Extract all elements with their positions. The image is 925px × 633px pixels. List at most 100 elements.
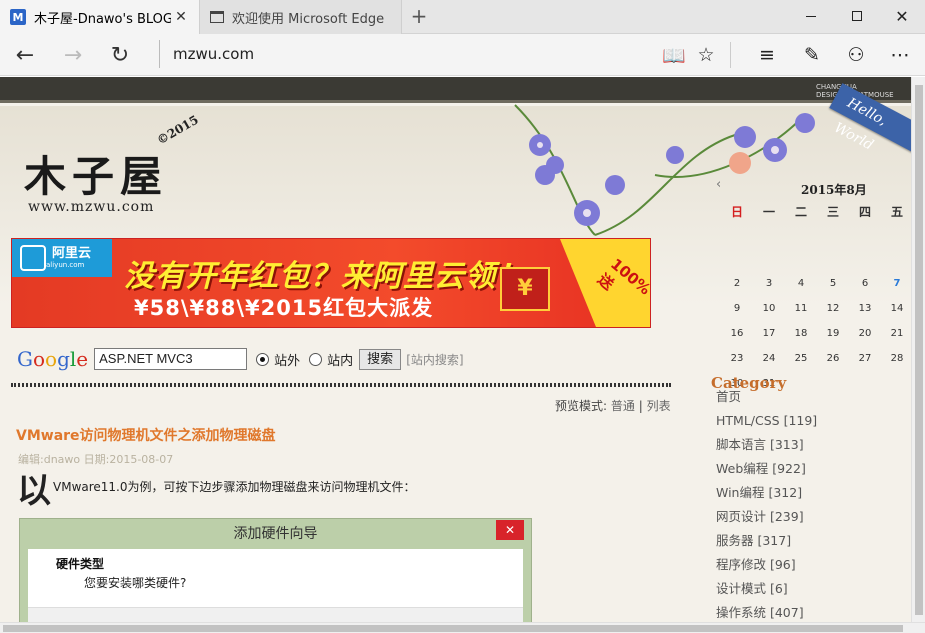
favorite-star-icon[interactable]: ☆ [688, 38, 724, 72]
calendar-day[interactable]: 27 [849, 346, 881, 371]
banner-headline: 没有开年红包？来阿里云领！ [124, 259, 527, 294]
category-item[interactable]: HTML/CSS [119] [716, 409, 817, 433]
horizontal-scrollbar[interactable] [0, 622, 925, 633]
refresh-button[interactable]: ↻ [102, 38, 138, 72]
logo-letter: G [17, 347, 33, 371]
calendar-day[interactable]: 25 [785, 346, 817, 371]
calendar-day[interactable]: 11 [785, 296, 817, 321]
view-mode-label: 预览模式: [555, 399, 608, 413]
calendar-day[interactable]: 19 [817, 321, 849, 346]
new-tab-button[interactable]: + [408, 4, 430, 28]
vertical-scrollbar[interactable] [911, 77, 925, 622]
scroll-thumb[interactable] [3, 625, 903, 632]
weekday: 二 [794, 205, 807, 219]
brand-name: 阿里云 [52, 246, 92, 261]
tab-mzwu[interactable]: M 木子屋-Dnawo's BLOG ✕ [0, 0, 200, 34]
view-mode-list[interactable]: 列表 [647, 399, 671, 413]
category-item[interactable]: Web编程 [922] [716, 457, 817, 481]
dialog-body: 硬件类型 您要安装哪类硬件? [28, 549, 523, 607]
tab-bar: M 木子屋-Dnawo's BLOG ✕ 欢迎使用 Microsoft Edge… [0, 0, 925, 34]
address-bar[interactable]: mzwu.com [173, 45, 254, 63]
dialog-close-icon: ✕ [496, 520, 524, 540]
category-list: 首页 HTML/CSS [119] 脚本语言 [313] Web编程 [922] Win… [716, 385, 817, 622]
minimize-button[interactable] [788, 0, 834, 32]
calendar-empty [849, 371, 881, 396]
more-icon[interactable]: ⋯ [882, 38, 918, 72]
calendar-empty [785, 246, 817, 271]
tab-close-icon[interactable]: ✕ [171, 9, 191, 25]
calendar-day[interactable]: 23 [721, 346, 753, 371]
logo-url: www.mzwu.com [28, 199, 155, 215]
category-item[interactable]: 服务器 [317] [716, 529, 817, 553]
category-item[interactable]: 设计模式 [6] [716, 577, 817, 601]
logo-letter: g [57, 347, 70, 371]
site-logo[interactable]: 木子屋 [24, 143, 168, 204]
calendar-day[interactable]: 13 [849, 296, 881, 321]
category-item[interactable]: 首页 [716, 385, 817, 409]
category-item[interactable]: 脚本语言 [313] [716, 433, 817, 457]
scroll-thumb[interactable] [915, 85, 923, 615]
calendar-day[interactable]: 21 [881, 321, 911, 346]
minimize-icon [806, 15, 816, 17]
dotted-divider [11, 383, 671, 387]
search-button[interactable]: 搜索 [359, 348, 402, 370]
banner-corner: 100%送 [560, 239, 650, 327]
share-icon[interactable]: ⚇ [838, 38, 874, 72]
flower-decoration [514, 104, 815, 236]
view-mode-normal[interactable]: 普通 [611, 399, 635, 413]
tab-edge-welcome[interactable]: 欢迎使用 Microsoft Edge [200, 0, 402, 34]
banner-subline: ¥58\¥88\¥2015红包大派发 [134, 296, 434, 320]
category-item[interactable]: 程序修改 [96] [716, 553, 817, 577]
aliyun-banner-ad[interactable]: 阿里云 aliyun.com 没有开年红包？来阿里云领！ ¥58\¥88\¥20… [11, 238, 651, 328]
site-search-link[interactable]: [站内搜索] [406, 351, 463, 368]
aliyun-logo: 阿里云 aliyun.com [12, 239, 112, 277]
calendar-day[interactable]: 20 [849, 321, 881, 346]
calendar-day[interactable]: 3 [753, 271, 785, 296]
calendar-day[interactable]: 7 [881, 271, 911, 296]
view-mode-separator: | [638, 399, 643, 413]
category-item[interactable]: 网页设计 [239] [716, 505, 817, 529]
post-title[interactable]: VMware访问物理机文件之添加物理磁盘 [16, 425, 276, 445]
close-window-button[interactable]: ✕ [879, 0, 925, 32]
dialog-title: 添加硬件向导 [233, 526, 318, 542]
brand-domain: aliyun.com [46, 261, 85, 269]
calendar-day[interactable]: 12 [817, 296, 849, 321]
calendar-day[interactable]: 24 [753, 346, 785, 371]
logo-letter: o [32, 347, 46, 371]
radio-external[interactable] [256, 352, 270, 366]
calendar-day[interactable]: 26 [817, 346, 849, 371]
view-mode-switch: 预览模式: 普通 | 列表 [555, 397, 671, 414]
screenshot-add-hardware-wizard: 添加硬件向导 ✕ 硬件类型 您要安装哪类硬件? [19, 518, 532, 622]
calendar-day[interactable]: 2 [721, 271, 753, 296]
calendar-empty [817, 371, 849, 396]
calendar-empty [753, 246, 785, 271]
calendar-day[interactable]: 16 [721, 321, 753, 346]
category-item[interactable]: 操作系统 [407] [716, 601, 817, 622]
calendar-prev-icon[interactable]: ‹ [716, 177, 721, 192]
calendar-day[interactable]: 9 [721, 296, 753, 321]
calendar-day[interactable]: 14 [881, 296, 911, 321]
calendar-day[interactable]: 28 [881, 346, 911, 371]
calendar-day[interactable]: 17 [753, 321, 785, 346]
calendar-empty [849, 246, 881, 271]
weekday: 一 [762, 205, 775, 219]
calendar-day[interactable]: 4 [785, 271, 817, 296]
calendar-day[interactable]: 6 [849, 271, 881, 296]
forward-button[interactable]: → [55, 38, 91, 72]
search-input[interactable]: ASP.NET MVC3 [94, 348, 248, 370]
maximize-icon [852, 11, 862, 21]
maximize-button[interactable] [834, 0, 880, 32]
web-note-icon[interactable]: ✎ [794, 38, 830, 72]
radio-internal[interactable] [309, 352, 323, 366]
google-logo: Google [17, 347, 88, 371]
post-intro: VMware11.0为例，可按下边步骤添加物理磁盘来访问物理机文件： [53, 480, 416, 494]
back-button[interactable]: ← [7, 38, 43, 72]
calendar-day[interactable]: 18 [785, 321, 817, 346]
radio-internal-label: 站内 [327, 353, 354, 369]
calendar-day[interactable]: 5 [817, 271, 849, 296]
dialog-heading: 硬件类型 [56, 557, 105, 571]
calendar-day[interactable]: 10 [753, 296, 785, 321]
hub-icon[interactable]: ≡ [749, 38, 785, 72]
category-item[interactable]: Win编程 [312] [716, 481, 817, 505]
reading-view-icon[interactable]: 📖 [656, 38, 692, 72]
